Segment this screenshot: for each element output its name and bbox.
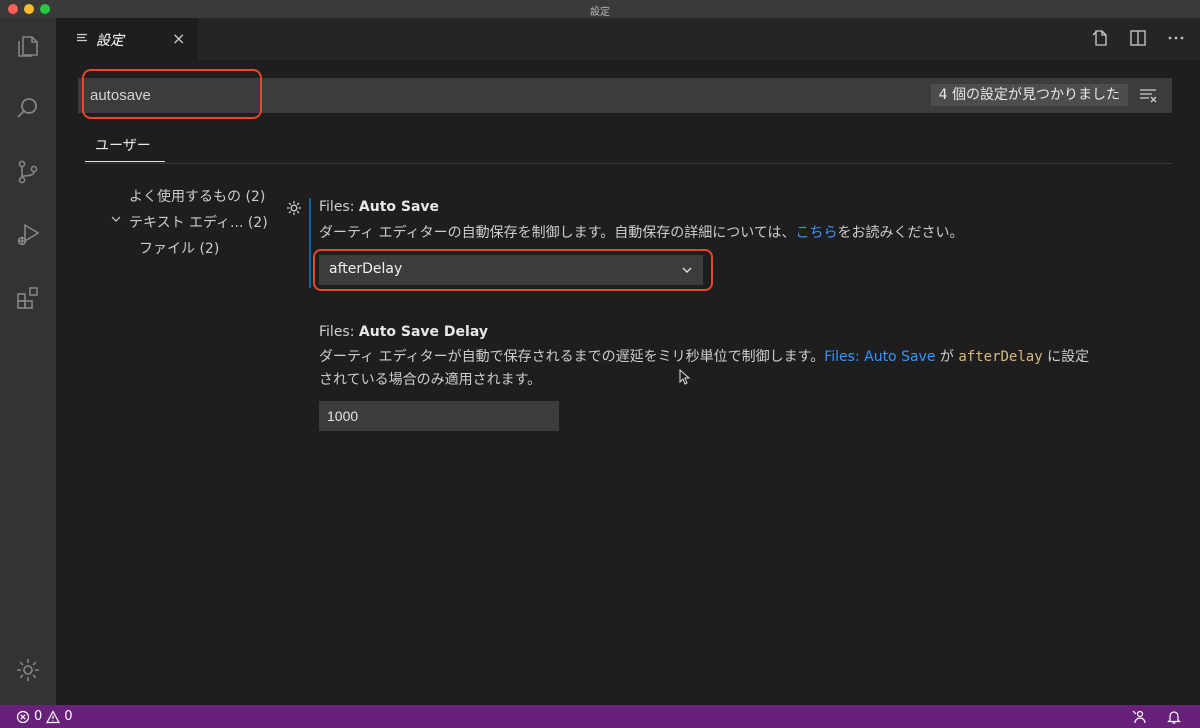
chevron-down-icon[interactable] [110,213,122,225]
warning-icon [46,709,61,723]
scope-label: ユーザー [95,138,151,154]
feedback-icon[interactable] [1131,709,1147,725]
source-control-icon[interactable] [0,148,56,196]
more-actions-icon[interactable] [1166,28,1186,48]
window-title: 設定 [590,7,610,18]
auto-save-setting-link[interactable]: Files: Auto Save [824,349,935,365]
split-editor-icon[interactable] [1128,28,1148,48]
notifications-bell-icon[interactable] [1166,709,1182,725]
warning-count: 0 [64,709,73,724]
chevron-down-icon [682,267,692,273]
learn-more-link[interactable]: こちら [796,225,838,241]
settings-editor-icon [77,33,87,42]
setting-title-auto-save: Files: Auto Save [319,199,440,215]
extensions-icon[interactable] [0,274,56,322]
tab-label: 設定 [96,33,124,49]
setting-title-auto-save-delay: Files: Auto Save Delay [319,324,488,340]
run-debug-icon[interactable] [0,210,56,258]
error-count: 0 [34,709,43,724]
settings-search-bar: 4 個の設定が見つかりました [78,78,1172,113]
window-titlebar: 設定 [0,0,1200,19]
toc-item-text-editor[interactable]: テキスト エディ... (2) [129,212,268,232]
error-icon [16,710,30,723]
status-bar: 0 0 [0,705,1200,728]
auto-save-delay-input[interactable] [319,401,559,431]
setting-gear-icon[interactable] [285,199,303,217]
mouse-cursor-icon [679,369,691,385]
toc-item-files[interactable]: ファイル (2) [139,238,219,258]
auto-save-selected-value: afterDelay [329,261,403,277]
tab-settings[interactable]: 設定 × [56,18,198,60]
toc-item-commonly-used[interactable]: よく使用するもの (2) [129,186,265,206]
editor-tabs-bar: 設定 × [56,18,1200,60]
search-icon[interactable] [0,84,56,132]
activity-bar [0,18,56,705]
active-tab-underline [85,161,165,162]
manage-gear-icon[interactable] [0,646,56,694]
settings-search-input[interactable] [90,78,690,113]
tab-user-settings[interactable]: ユーザー [85,126,165,162]
editor-actions [1090,28,1186,48]
search-result-count: 4 個の設定が見つかりました [930,84,1128,106]
setting-description-auto-save-delay: ダーティ エディターが自動で保存されるまでの遅延をミリ秒単位で制御します。Fil… [319,349,1090,388]
close-tab-icon[interactable]: × [172,29,185,48]
open-json-icon[interactable] [1090,28,1110,48]
clear-filter-icon[interactable] [1138,86,1158,104]
focused-setting-indicator [309,198,311,288]
setting-description-auto-save: ダーティ エディターの自動保存を制御します。自動保存の詳細については、こちらをお… [319,225,964,241]
scope-separator [85,163,1172,164]
explorer-icon[interactable] [0,22,56,70]
auto-save-select[interactable]: afterDelay [319,255,703,285]
problems-status[interactable]: 0 0 [16,709,73,724]
